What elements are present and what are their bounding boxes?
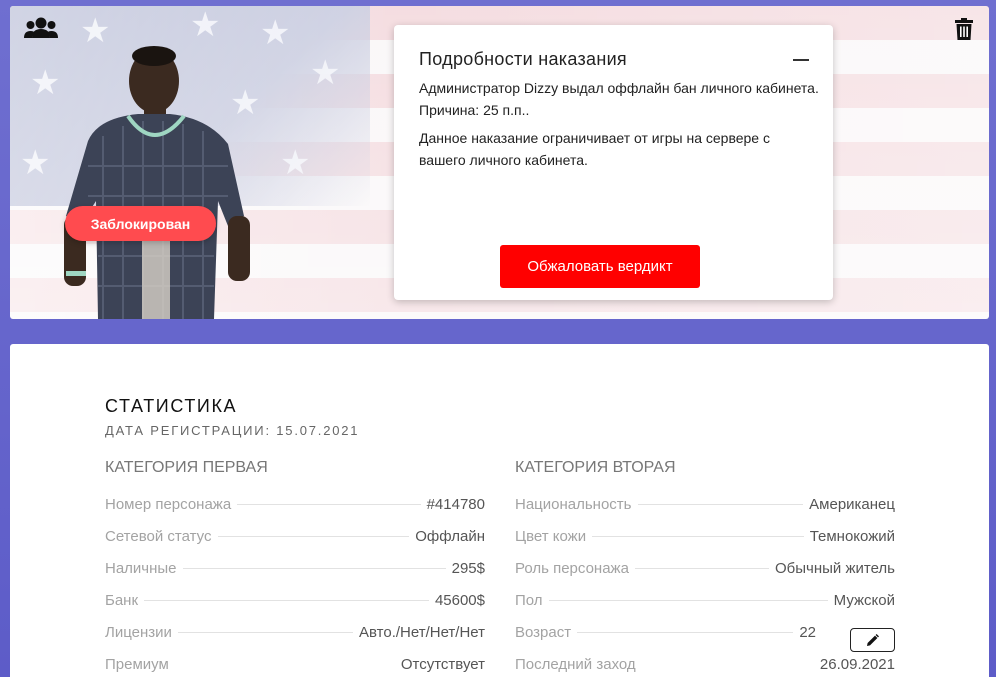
stat-row-premium: Премиум Отсутствует [105,656,485,677]
stat-label: Цвет кожи [515,528,587,545]
stat-label: Премиум [105,656,169,673]
punishment-details-card: Подробности наказания Администратор Dizz… [394,25,833,300]
minus-icon[interactable] [793,59,809,61]
stat-row-network-status: Сетевой статус Оффлайн [105,528,485,560]
stat-value: 26.09.2021 [819,656,895,673]
stat-row-nationality: Национальность Американец [515,496,895,528]
category-first-list: Номер персонажа #414780 Сетевой статус О… [105,496,485,677]
punishment-title: Подробности наказания [419,49,627,69]
stat-value: 295$ [451,560,485,577]
stat-value: Мужской [833,592,895,609]
stat-value: Темнокожий [809,528,895,545]
stat-label: Номер персонажа [105,496,232,513]
blocked-status-badge: Заблокирован [65,206,216,241]
character-avatar [64,46,250,319]
stat-row-character-number: Номер персонажа #414780 [105,496,485,528]
stat-label: Наличные [105,560,177,577]
stat-value: #414780 [426,496,485,513]
users-icon[interactable] [24,16,58,42]
pencil-icon [867,633,879,646]
stat-value: Обычный житель [775,560,895,577]
stat-label: Роль персонажа [515,560,629,577]
stat-label: Национальность [515,496,632,513]
stat-label: Пол [515,592,543,609]
stat-row-age: Возраст 22 [515,624,895,656]
stat-label: Лицензии [105,624,172,641]
stat-label: Последний заход [515,656,636,673]
stat-label: Банк [105,592,139,609]
stat-row-licenses: Лицензии Авто./Нет/Нет/Нет [105,624,485,656]
stat-value: Авто./Нет/Нет/Нет [359,624,485,641]
stat-row-bank: Банк 45600$ [105,592,485,624]
statistics-card: СТАТИСТИКА ДАТА РЕГИСТРАЦИИ: 15.07.2021 … [10,344,989,677]
category-second-list: Национальность Американец Цвет кожи Темн… [515,496,895,677]
stat-row-gender: Пол Мужской [515,592,895,624]
category-second-heading: КАТЕГОРИЯ ВТОРАЯ [515,459,676,476]
profile-hero: ★ ★ ★ ★ ★ ★ ★ ★ [10,6,989,319]
stat-label: Возраст [515,624,572,641]
edit-age-button[interactable] [850,628,895,652]
punishment-effect: Данное наказание ограничивает от игры на… [419,130,770,168]
stat-row-cash: Наличные 295$ [105,560,485,592]
statistics-title: СТАТИСТИКА [105,396,238,416]
trash-icon[interactable] [955,18,973,40]
registration-date: ДАТА РЕГИСТРАЦИИ: 15.07.2021 [105,423,360,438]
punishment-description: Администратор Dizzy выдал оффлайн бан ли… [419,80,819,118]
stat-row-skin-color: Цвет кожи Темнокожий [515,528,895,560]
stat-label: Сетевой статус [105,528,212,545]
category-first-heading: КАТЕГОРИЯ ПЕРВАЯ [105,459,268,476]
stat-row-last-seen: Последний заход 26.09.2021 [515,656,895,677]
stat-value: 22 [799,624,816,641]
stat-row-character-role: Роль персонажа Обычный житель [515,560,895,592]
stat-value: Оффлайн [415,528,485,545]
stat-value: Американец [809,496,895,513]
stat-value: 45600$ [434,592,485,609]
stat-value: Отсутствует [400,656,485,673]
appeal-verdict-button[interactable]: Обжаловать вердикт [500,245,700,288]
